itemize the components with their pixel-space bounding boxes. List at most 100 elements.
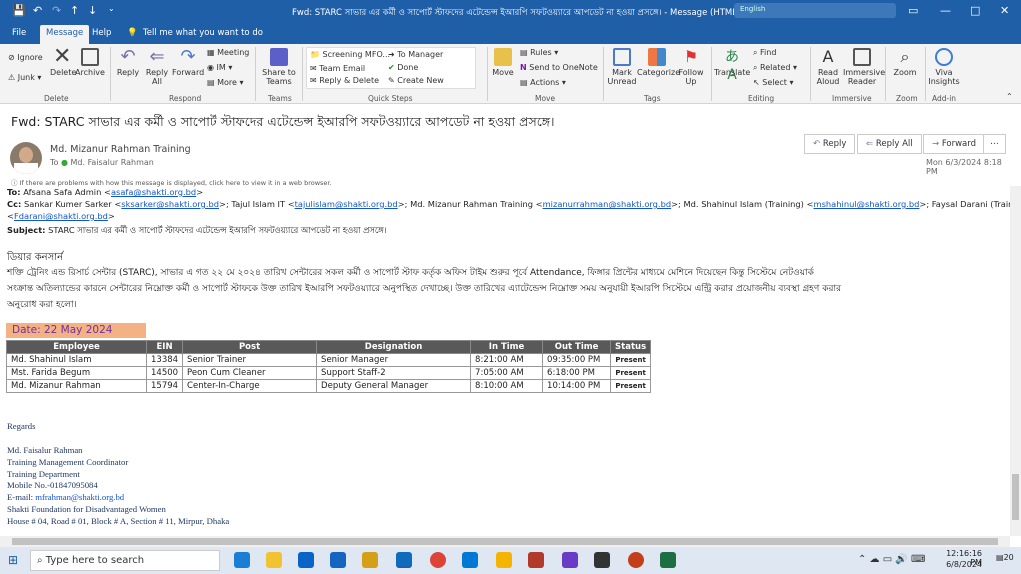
ribbon-display-icon[interactable]: ▭ bbox=[908, 4, 918, 17]
categorize-button[interactable]: Categorize bbox=[637, 48, 680, 77]
tab-file[interactable]: File bbox=[12, 28, 26, 38]
mail-icon[interactable] bbox=[330, 552, 346, 568]
reply-all-action-button[interactable]: ⇐ Reply All bbox=[857, 134, 922, 154]
im-button[interactable]: ◉ IM ▾ bbox=[207, 63, 232, 72]
taskbar: ⊞ ⌕ Type here to search ⌃ ☁ ▭ 🔊 ⌨ 12:16:… bbox=[0, 547, 1021, 574]
follow-up-button[interactable]: ⚑ Follow Up bbox=[677, 48, 705, 87]
quick-step-done[interactable]: ✔ Done bbox=[388, 63, 418, 72]
system-tray-icons[interactable]: ⌃ ☁ ▭ 🔊 ⌨ bbox=[858, 554, 925, 565]
recipient-name[interactable]: Md. Faisalur Rahman bbox=[71, 158, 154, 167]
teams-icon[interactable] bbox=[562, 552, 578, 568]
save-icon[interactable]: 💾 bbox=[12, 4, 26, 17]
rules-button[interactable]: ▤ Rules ▾ bbox=[520, 48, 558, 57]
table-header-cell: Status bbox=[610, 340, 652, 354]
windows-start-icon[interactable]: ⊞ bbox=[8, 553, 18, 567]
more-button[interactable]: ▤ More ▾ bbox=[207, 78, 244, 87]
table-row: Mst. Farida Begum 14500 Peon Cum Cleaner Su… bbox=[6, 366, 652, 380]
related-button[interactable]: ⌕ Related ▾ bbox=[753, 63, 797, 73]
scroll-thumb[interactable] bbox=[1012, 474, 1019, 520]
powerpoint-icon[interactable] bbox=[628, 552, 644, 568]
file-explorer-icon[interactable] bbox=[266, 552, 282, 568]
read-aloud-button[interactable]: A Read Aloud bbox=[813, 48, 843, 87]
undo-icon[interactable]: ↶ bbox=[33, 4, 42, 17]
cc-email-link[interactable]: mshahinul@shakti.org.bd bbox=[814, 199, 920, 209]
delete-button[interactable]: ✕ Delete bbox=[50, 46, 76, 78]
forward-button[interactable]: ↷ Forward bbox=[172, 48, 204, 78]
app-icon[interactable] bbox=[594, 552, 610, 568]
excel-icon[interactable] bbox=[660, 552, 676, 568]
sticky-notes-icon[interactable] bbox=[362, 552, 378, 568]
archive-label: Archive bbox=[75, 68, 105, 77]
tab-message[interactable]: Message bbox=[40, 25, 90, 44]
folder-icon[interactable] bbox=[496, 552, 512, 568]
viva-insights-button[interactable]: Viva Insights bbox=[928, 48, 960, 86]
avatar bbox=[10, 142, 42, 174]
select-button[interactable]: ↖ Select ▾ bbox=[753, 78, 794, 87]
signature-email-link[interactable]: mfrahman@shakti.org.bd bbox=[35, 492, 124, 502]
reply-action-button[interactable]: ↶ Reply bbox=[804, 134, 856, 154]
immersive-reader-button[interactable]: Immersive Reader bbox=[843, 48, 885, 86]
quick-step-create-new[interactable]: ✎ Create New bbox=[388, 76, 444, 85]
app-icon[interactable] bbox=[528, 552, 544, 568]
store-icon[interactable] bbox=[298, 552, 314, 568]
sender-name[interactable]: Md. Mizanur Rahman Training bbox=[50, 144, 191, 155]
menu-bar: File Message Help 💡 Tell me what you wan… bbox=[0, 22, 1021, 44]
quick-step-team-email[interactable]: ✉ Team Email bbox=[310, 64, 365, 73]
cc-name: Sankar Kumer Sarker < bbox=[23, 199, 122, 209]
cc-email-link[interactable]: mizanurrahman@shakti.org.bd bbox=[543, 199, 672, 209]
scroll-thumb[interactable] bbox=[12, 538, 998, 545]
onenote-button[interactable]: N Send to OneNote bbox=[520, 63, 598, 72]
skype-icon[interactable] bbox=[462, 552, 478, 568]
forward-action-button[interactable]: → Forward bbox=[923, 134, 986, 154]
junk-button[interactable]: ⚠ Junk ▾ bbox=[8, 73, 41, 82]
signature-address: House # 04, Road # 01, Block # A, Sectio… bbox=[7, 516, 230, 526]
move-label: Move bbox=[492, 68, 514, 77]
select-label: Select bbox=[762, 78, 787, 87]
clock-date[interactable]: 6/8/2024 bbox=[940, 560, 982, 569]
archive-button[interactable]: Archive bbox=[75, 48, 105, 77]
chrome-icon[interactable] bbox=[430, 552, 446, 568]
close-icon[interactable]: ✕ bbox=[1000, 4, 1009, 17]
viva-label: Viva Insights bbox=[928, 68, 960, 86]
move-button[interactable]: Move bbox=[490, 48, 516, 77]
table-cell: Deputy General Manager bbox=[316, 379, 472, 393]
reply-button[interactable]: ↶ Reply bbox=[114, 48, 142, 78]
ignore-button[interactable]: ⊘ Ignore bbox=[8, 53, 43, 62]
info-bar[interactable]: ⓘ If there are problems with how this me… bbox=[11, 177, 332, 187]
notification-icon[interactable]: ▤20 bbox=[996, 553, 1014, 562]
tell-me-input[interactable]: Tell me what you want to do bbox=[143, 28, 263, 38]
vertical-scrollbar[interactable] bbox=[1010, 186, 1021, 536]
outlook-icon[interactable] bbox=[396, 552, 412, 568]
cc-email-link[interactable]: tajulislam@shakti.org.bd bbox=[295, 199, 398, 209]
zoom-button[interactable]: ⌕ Zoom bbox=[890, 48, 920, 78]
edge-icon[interactable] bbox=[234, 552, 250, 568]
quick-step-to-manager[interactable]: ➜ To Manager bbox=[388, 50, 443, 59]
cc-email-link[interactable]: sksarker@shakti.org.bd bbox=[121, 199, 219, 209]
down-arrow-icon[interactable]: ↓ bbox=[88, 4, 97, 17]
to-email-link[interactable]: asafa@shakti.org.bd bbox=[111, 187, 196, 197]
cc-label: Cc: bbox=[7, 199, 22, 209]
taskbar-search[interactable]: ⌕ Type here to search bbox=[30, 550, 220, 571]
horizontal-scrollbar[interactable] bbox=[0, 536, 1010, 547]
customize-toolbar-icon[interactable]: ⌄ bbox=[108, 4, 115, 13]
actions-button[interactable]: ▤ Actions ▾ bbox=[520, 78, 566, 87]
mark-unread-button[interactable]: Mark Unread bbox=[607, 48, 637, 86]
share-teams-button[interactable]: Share to Teams bbox=[260, 48, 298, 86]
reply-all-icon: ⇐ bbox=[149, 46, 165, 67]
find-button[interactable]: ⌕ Find bbox=[753, 48, 776, 58]
cc-email-link[interactable]: Fdarani@shakti.org.bd bbox=[14, 211, 108, 221]
quick-step-screening[interactable]: 📁 Screening MFO... bbox=[310, 50, 390, 59]
up-arrow-icon[interactable]: ↑ bbox=[70, 4, 79, 17]
quick-step-reply-delete[interactable]: ✉ Reply & Delete bbox=[310, 76, 379, 85]
translate-button[interactable]: あA Translate bbox=[714, 48, 750, 83]
search-box[interactable]: English bbox=[734, 3, 896, 18]
minimize-icon[interactable]: — bbox=[940, 4, 951, 17]
maximize-icon[interactable]: □ bbox=[970, 4, 980, 17]
collapse-ribbon-icon[interactable]: ⌃ bbox=[1006, 92, 1013, 101]
reply-all-button[interactable]: ⇐ Reply All bbox=[143, 46, 171, 87]
more-actions-button[interactable]: ⋯ bbox=[983, 134, 1006, 154]
tab-help[interactable]: Help bbox=[92, 28, 111, 38]
meeting-button[interactable]: ▦ Meeting bbox=[207, 48, 249, 57]
redo-icon[interactable]: ↷ bbox=[52, 4, 61, 17]
cc-line: Cc: Sankar Kumer Sarker <sksarker@shakti… bbox=[7, 199, 1010, 209]
